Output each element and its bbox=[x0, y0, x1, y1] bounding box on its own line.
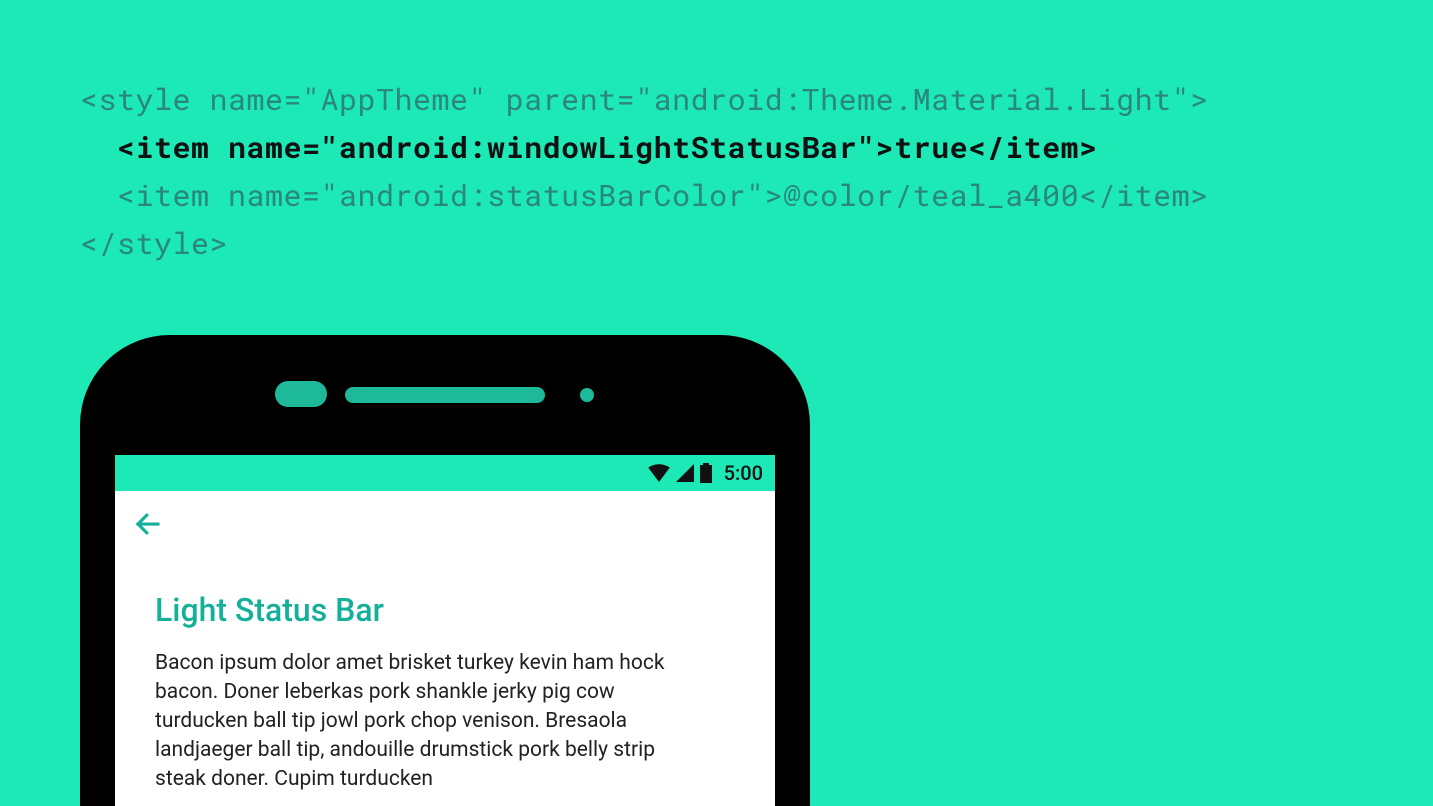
code-line-3: <item name="android:statusBarColor">@col… bbox=[80, 176, 1209, 215]
wifi-icon bbox=[648, 464, 670, 482]
code-block: <style name="AppTheme" parent="android:T… bbox=[80, 76, 1209, 268]
status-bar: 5:00 bbox=[115, 455, 775, 491]
app-bar bbox=[115, 491, 775, 561]
screen-content: Light Status Bar Bacon ipsum dolor amet … bbox=[115, 561, 775, 794]
battery-icon bbox=[700, 463, 712, 483]
phone-mockup: 5:00 Light Status Bar Bacon ipsum dolor … bbox=[80, 335, 810, 806]
code-line-1: <style name="AppTheme" parent="android:T… bbox=[80, 80, 1209, 119]
code-line-4: </style> bbox=[80, 224, 228, 263]
phone-sensor-right bbox=[580, 388, 594, 402]
status-bar-time: 5:00 bbox=[724, 461, 763, 485]
phone-screen: 5:00 Light Status Bar Bacon ipsum dolor … bbox=[115, 455, 775, 806]
content-title: Light Status Bar bbox=[155, 591, 735, 629]
slide-canvas: <style name="AppTheme" parent="android:T… bbox=[0, 0, 1433, 806]
phone-earpiece bbox=[345, 387, 545, 403]
cellular-icon bbox=[676, 464, 694, 482]
content-body: Bacon ipsum dolor amet brisket turkey ke… bbox=[155, 649, 695, 794]
code-line-2-highlight: <item name="android:windowLightStatusBar… bbox=[80, 128, 1098, 167]
back-arrow-icon[interactable] bbox=[133, 509, 163, 543]
phone-sensor-left bbox=[275, 381, 327, 407]
